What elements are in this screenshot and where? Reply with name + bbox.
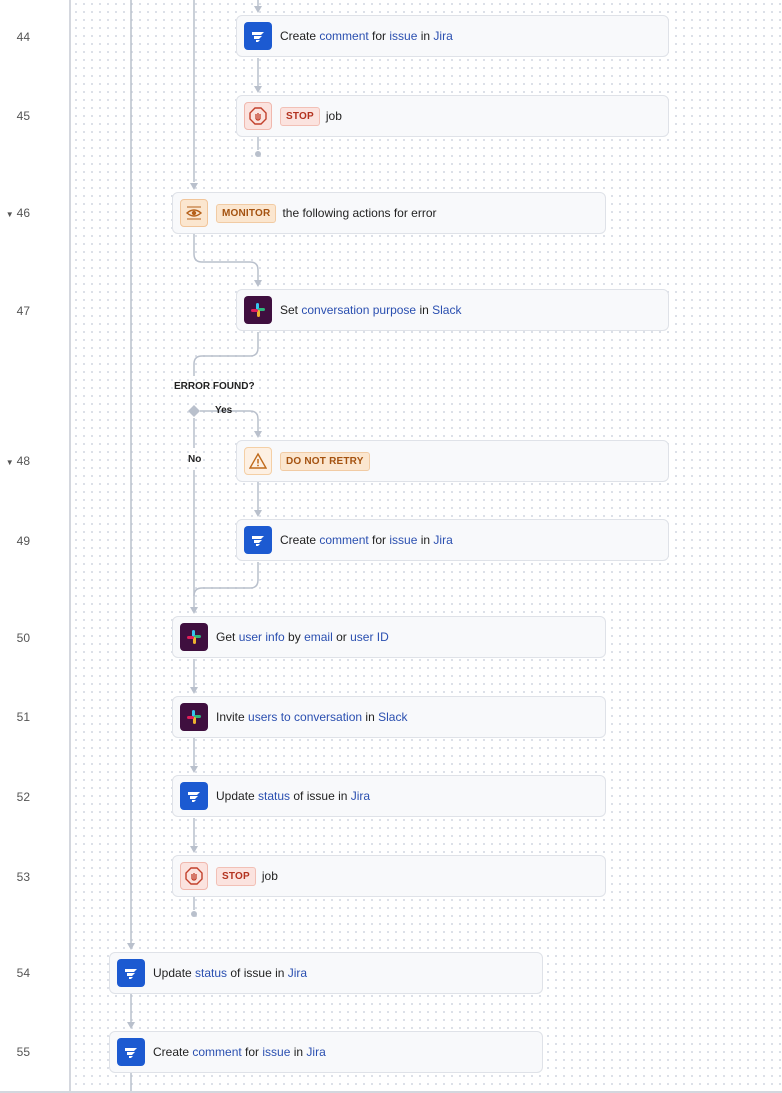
branch-yes-label: Yes: [215, 405, 233, 416]
step-text: Create comment for issue in Jira: [280, 533, 453, 547]
slack-icon: [180, 623, 208, 651]
step-text: the following actions for error: [282, 206, 437, 220]
step-52-update-status[interactable]: Update status of issue in Jira: [172, 775, 606, 817]
line-number-gutter: 44 45 ▼ 46 47 ▼ 48 49 50 51 52 53 54 55: [0, 0, 71, 1093]
field-comment[interactable]: comment: [192, 1045, 241, 1059]
step-text: Invite users to conversation in Slack: [216, 710, 408, 724]
slack-icon: [180, 703, 208, 731]
field-status[interactable]: status: [195, 966, 227, 980]
field-user-info[interactable]: user info: [239, 630, 285, 644]
do-not-retry-tag: DO NOT RETRY: [280, 451, 370, 471]
step-text: Get user info by email or user ID: [216, 630, 389, 644]
step-50-get-user-info[interactable]: Get user info by email or user ID: [172, 616, 606, 658]
app-jira-link[interactable]: Jira: [306, 1045, 325, 1059]
slack-icon: [244, 296, 272, 324]
field-issue[interactable]: issue: [389, 533, 417, 547]
app-jira-link[interactable]: Jira: [288, 966, 307, 980]
step-54-update-status[interactable]: Update status of issue in Jira: [109, 952, 543, 994]
app-slack-link[interactable]: Slack: [432, 303, 461, 317]
field-email[interactable]: email: [304, 630, 333, 644]
collapse-caret-icon[interactable]: ▼: [6, 210, 14, 219]
step-text: Create comment for issue in Jira: [153, 1045, 326, 1059]
stop-tag: STOP: [216, 866, 256, 886]
step-text: Update status of issue in Jira: [153, 966, 308, 980]
stop-hand-icon: [180, 862, 208, 890]
step-49-create-comment[interactable]: Create comment for issue in Jira: [236, 519, 669, 561]
jira-icon: [180, 782, 208, 810]
field-users-to-conversation[interactable]: users to conversation: [248, 710, 362, 724]
stop-hand-icon: [244, 102, 272, 130]
step-47-set-purpose[interactable]: Set conversation purpose in Slack: [236, 289, 669, 331]
field-issue[interactable]: issue: [262, 1045, 290, 1059]
field-user-id[interactable]: user ID: [350, 630, 389, 644]
app-jira-link[interactable]: Jira: [351, 789, 370, 803]
step-48-do-not-retry[interactable]: DO NOT RETRY: [236, 440, 669, 482]
jira-icon: [117, 1038, 145, 1066]
field-comment[interactable]: comment: [319, 533, 368, 547]
step-46-monitor[interactable]: MONITOR the following actions for error: [172, 192, 606, 234]
jira-icon: [244, 526, 272, 554]
step-text: job: [261, 869, 278, 883]
step-text: Update status of issue in Jira: [216, 789, 371, 803]
jira-icon: [117, 959, 145, 987]
field-status[interactable]: status: [258, 789, 290, 803]
step-51-invite-users[interactable]: Invite users to conversation in Slack: [172, 696, 606, 738]
app-jira-link[interactable]: Jira: [433, 533, 452, 547]
branch-condition-label: ERROR FOUND?: [174, 381, 255, 392]
step-53-stop-job[interactable]: STOP job: [172, 855, 606, 897]
field-conversation-purpose[interactable]: conversation purpose: [301, 303, 416, 317]
step-text: Create comment for issue in Jira: [280, 29, 453, 43]
field-issue[interactable]: issue: [389, 29, 417, 43]
monitor-tag: MONITOR: [216, 203, 277, 223]
collapse-caret-icon[interactable]: ▼: [6, 458, 14, 467]
warning-icon: [244, 447, 272, 475]
app-jira-link[interactable]: Jira: [433, 29, 452, 43]
jira-icon: [244, 22, 272, 50]
step-text: job: [325, 109, 342, 123]
step-45-stop-job[interactable]: STOP job: [236, 95, 669, 137]
branch-no-label: No: [188, 454, 202, 465]
step-44-create-comment[interactable]: Create comment for issue in Jira: [236, 15, 669, 57]
eye-icon: [180, 199, 208, 227]
app-slack-link[interactable]: Slack: [378, 710, 407, 724]
step-text: Set conversation purpose in Slack: [280, 303, 462, 317]
stop-tag: STOP: [280, 106, 320, 126]
step-55-create-comment[interactable]: Create comment for issue in Jira: [109, 1031, 543, 1073]
field-comment[interactable]: comment: [319, 29, 368, 43]
